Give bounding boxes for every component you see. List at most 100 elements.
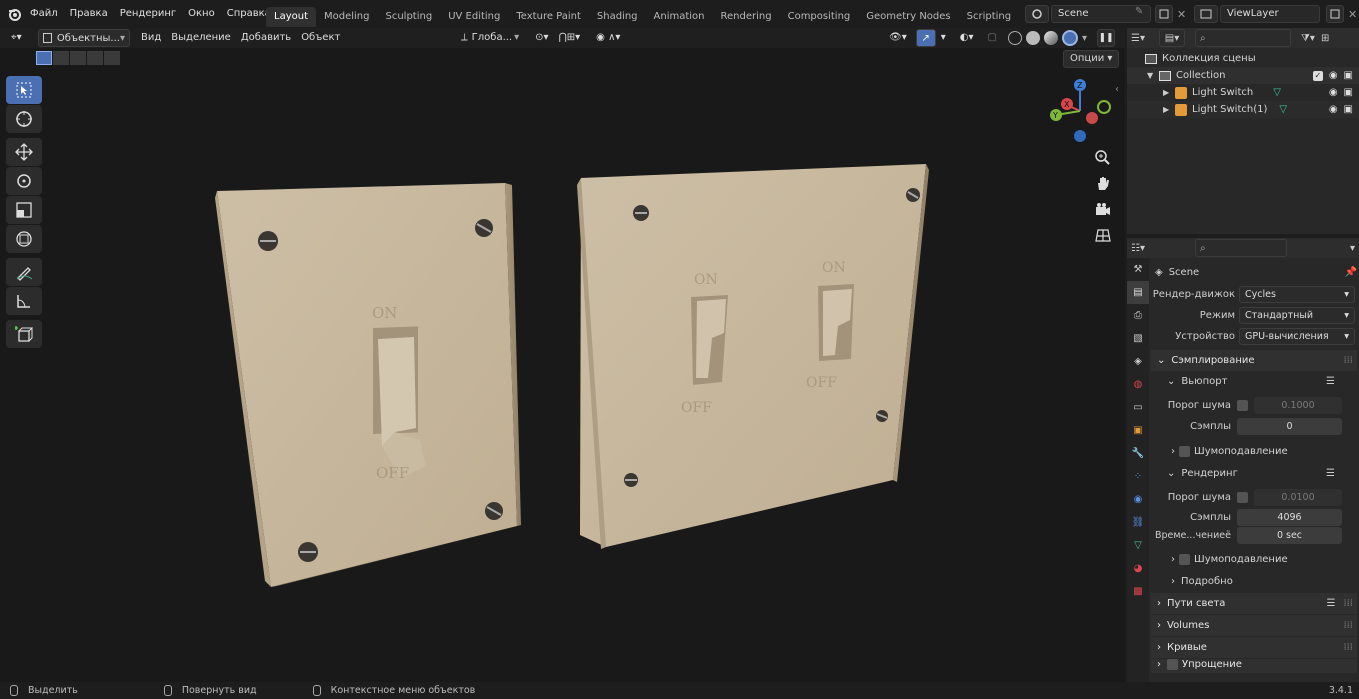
view-layer-tab-icon[interactable]: ▧ [1127, 327, 1149, 350]
viewport-subpanel-header[interactable]: ⌄ Вьюпорт ☰ [1151, 371, 1357, 392]
mesh-data-icon[interactable]: ▽ [1273, 87, 1281, 98]
render-subpanel-header[interactable]: ⌄ Рендеринг ☰ [1151, 463, 1357, 484]
render-tab-icon[interactable]: ▤ [1127, 281, 1149, 304]
properties-editor-icon[interactable]: ☷▾ [1131, 243, 1155, 254]
rendered-shading-icon[interactable] [1061, 30, 1078, 46]
drag-handle-icon[interactable]: ⁞⁞⁞ [1343, 598, 1357, 609]
tab-shading[interactable]: Shading [589, 7, 646, 27]
render-samples-field[interactable]: 4096 [1237, 508, 1342, 526]
material-tab-icon[interactable]: ◕ [1127, 557, 1149, 580]
outliner-editor-icon[interactable]: ☰▾ [1131, 33, 1151, 44]
menu-edit[interactable]: Правка [64, 3, 114, 25]
volumes-panel-header[interactable]: › Volumes ⁞⁞⁞ [1151, 615, 1357, 636]
advanced-header[interactable]: › Подробно [1151, 571, 1357, 591]
delete-scene-icon[interactable]: ✕ [1177, 8, 1191, 21]
data-tab-icon[interactable]: ▽ [1127, 534, 1149, 557]
eye-icon[interactable]: ◉ [1329, 104, 1338, 115]
scene-collection-row[interactable]: Коллекция сцены [1127, 50, 1359, 67]
material-shading-icon[interactable] [1043, 31, 1058, 45]
simplify-checkbox[interactable] [1167, 659, 1178, 670]
expand-arrow-icon[interactable]: ▶ [1163, 105, 1175, 114]
tab-scripting[interactable]: Scripting [959, 7, 1019, 27]
menu-file[interactable]: Файл [24, 3, 64, 25]
render-denoise-header[interactable]: › Шумоподавление [1151, 548, 1357, 571]
pin-scene-icon[interactable]: ✎ [1135, 6, 1149, 22]
tab-uv-editing[interactable]: UV Editing [440, 7, 508, 27]
output-tab-icon[interactable]: ⎙ [1127, 304, 1149, 327]
view-layer-field[interactable]: ViewLayer [1220, 5, 1320, 23]
snap-icon[interactable]: ⋂⊞▾ [554, 29, 586, 47]
sampling-panel-header[interactable]: ⌄ Сэмплирование ⁞⁞⁞ [1151, 350, 1357, 371]
simplify-panel-header[interactable]: › Упрощение [1151, 659, 1357, 673]
curves-panel-header[interactable]: › Кривые ⁞⁞⁞ [1151, 637, 1357, 658]
pan-hand-icon[interactable] [1094, 174, 1112, 195]
menu-add[interactable]: Добавить [236, 29, 296, 47]
wireframe-shading-icon[interactable] [1007, 31, 1022, 45]
viewport-denoise-header[interactable]: › Шумоподавление [1151, 440, 1357, 463]
constraints-tab-icon[interactable]: ⛓ [1127, 511, 1149, 534]
presets-icon[interactable]: ☰ [1326, 376, 1357, 387]
properties-search-input[interactable]: ⌕ [1195, 239, 1287, 257]
outliner-object-row[interactable]: ▶ Light Switch(1) ▽ ◉ ▣ [1127, 101, 1359, 118]
world-tab-icon[interactable]: ◍ [1127, 373, 1149, 396]
new-collection-icon[interactable]: ⊞ [1321, 33, 1329, 44]
xray-icon[interactable]: ▢ [983, 29, 1002, 47]
new-view-layer-icon[interactable] [1326, 5, 1344, 23]
tab-compositing[interactable]: Compositing [780, 7, 859, 27]
view-layer-icon[interactable] [1194, 5, 1218, 23]
render-noise-threshold-field[interactable]: 0.0100 [1254, 489, 1342, 506]
camera-icon[interactable]: ▣ [1344, 104, 1353, 115]
collection-tab-icon[interactable]: ▭ [1127, 396, 1149, 419]
tab-animation[interactable]: Animation [646, 7, 713, 27]
collapse-sidebar-icon[interactable]: ‹ [1115, 84, 1119, 95]
render-noise-threshold-checkbox[interactable] [1237, 492, 1248, 503]
overlays-icon[interactable]: ◐▾ [955, 29, 979, 47]
menu-window[interactable]: Окно [182, 3, 221, 25]
outliner-object-row[interactable]: ▶ Light Switch ▽ ◉ ▣ [1127, 84, 1359, 101]
drag-handle-icon[interactable]: ⁞⁞⁞ [1343, 620, 1357, 631]
zoom-icon[interactable] [1093, 148, 1111, 169]
modifier-tab-icon[interactable]: 🔧 [1127, 442, 1149, 465]
gizmo-toggle-icon[interactable]: ↗ [915, 29, 936, 47]
menu-view[interactable]: Вид [136, 29, 166, 47]
perspective-grid-icon[interactable] [1094, 226, 1112, 247]
render-engine-dropdown[interactable]: Cycles ▾ [1239, 286, 1355, 303]
camera-view-icon[interactable] [1094, 200, 1112, 221]
properties-options-icon[interactable]: ▾ [1350, 243, 1355, 254]
time-limit-field[interactable]: 0 sec [1237, 526, 1342, 544]
pin-icon[interactable]: 📌 [1345, 267, 1357, 278]
mesh-data-icon[interactable]: ▽ [1279, 104, 1287, 115]
tab-geometry-nodes[interactable]: Geometry Nodes [858, 7, 958, 27]
collection-row[interactable]: ▼ Collection ✓ ◉ ▣ [1127, 67, 1359, 84]
render-denoise-checkbox[interactable] [1179, 554, 1190, 565]
filter-icon[interactable]: ⧩▾ [1301, 33, 1315, 44]
tab-texture-paint[interactable]: Texture Paint [508, 7, 589, 27]
presets-icon[interactable]: ☰ [1326, 468, 1357, 479]
object-tab-icon[interactable]: ▣ [1127, 419, 1149, 442]
viewport-samples-field[interactable]: 0 [1237, 418, 1342, 435]
viewport-denoise-checkbox[interactable] [1179, 446, 1190, 457]
exclude-checkbox-icon[interactable]: ✓ [1312, 70, 1323, 81]
particles-tab-icon[interactable]: ⁘ [1127, 465, 1149, 488]
proportional-edit-icon[interactable]: ◉ ∧▾ [591, 29, 625, 47]
expand-arrow-icon[interactable]: ▶ [1163, 88, 1175, 97]
outliner-search-input[interactable]: ⌕ [1195, 29, 1291, 47]
solid-shading-icon[interactable] [1025, 31, 1040, 45]
physics-tab-icon[interactable]: ◉ [1127, 488, 1149, 511]
menu-object[interactable]: Объект [296, 29, 345, 47]
blender-logo-icon[interactable] [6, 5, 24, 23]
presets-icon[interactable]: ☰ [1326, 598, 1343, 609]
drag-handle-icon[interactable]: ⁞⁞⁞ [1343, 642, 1357, 653]
visibility-icon[interactable]: 👁▾ [884, 29, 912, 47]
camera-icon[interactable]: ▣ [1344, 70, 1353, 81]
tab-sculpting[interactable]: Sculpting [378, 7, 441, 27]
texture-tab-icon[interactable]: ▩ [1127, 580, 1149, 603]
transform-orientation-dropdown[interactable]: ⟂ Глоба... ▾ [456, 29, 524, 47]
menu-render[interactable]: Рендеринг [114, 3, 182, 25]
tool-tab-icon[interactable]: ⚒ [1127, 258, 1149, 281]
3d-viewport[interactable]: Опции ▾ ON OFF ON ON OFF OFF Z X Y ‹ [0, 48, 1125, 682]
viewport-noise-threshold-field[interactable]: 0.1000 [1254, 397, 1342, 414]
editor-type-icon[interactable]: ⌖▾ [6, 29, 32, 47]
tab-modeling[interactable]: Modeling [316, 7, 378, 27]
mode-dropdown[interactable]: Объектны... ▾ [38, 29, 130, 47]
